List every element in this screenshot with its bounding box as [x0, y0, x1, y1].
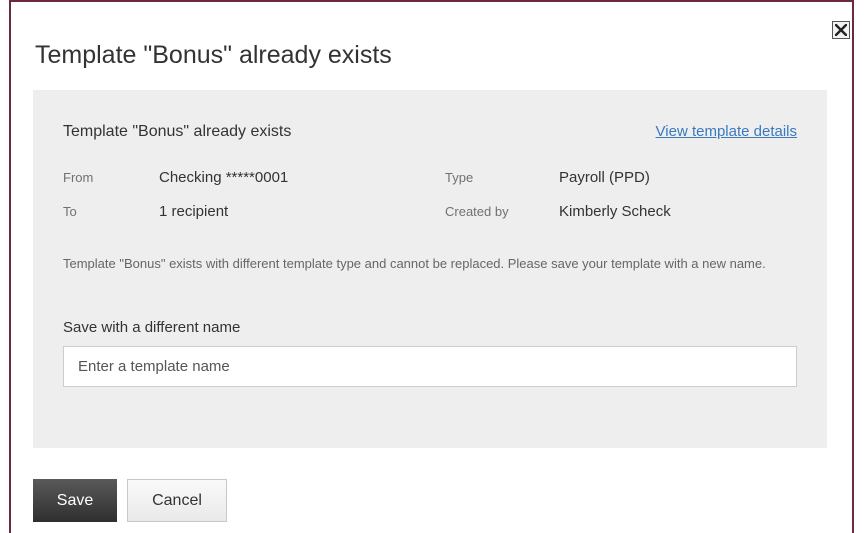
close-button[interactable] [832, 21, 850, 39]
dialog-title: Template "Bonus" already exists [35, 41, 392, 69]
template-name-input[interactable] [63, 346, 797, 387]
view-template-details-link[interactable]: View template details [656, 123, 797, 140]
save-button[interactable]: Save [33, 479, 117, 522]
from-value: Checking *****0001 [159, 169, 289, 186]
to-value: 1 recipient [159, 203, 229, 220]
template-exists-dialog: Template "Bonus" already exists Template… [9, 0, 854, 533]
cancel-button[interactable]: Cancel [127, 479, 227, 522]
template-summary-panel: Template "Bonus" already exists View tem… [33, 90, 827, 448]
template-name-label: Save with a different name [63, 319, 241, 336]
type-value: Payroll (PPD) [559, 169, 650, 186]
panel-title: Template "Bonus" already exists [63, 123, 292, 140]
type-label: Type [445, 170, 474, 185]
close-icon [835, 24, 847, 36]
created-by-label: Created by [445, 204, 509, 219]
from-label: From [63, 170, 94, 185]
notice-text: Template "Bonus" exists with different t… [63, 256, 766, 271]
created-by-value: Kimberly Scheck [559, 203, 671, 220]
to-label: To [63, 204, 77, 219]
